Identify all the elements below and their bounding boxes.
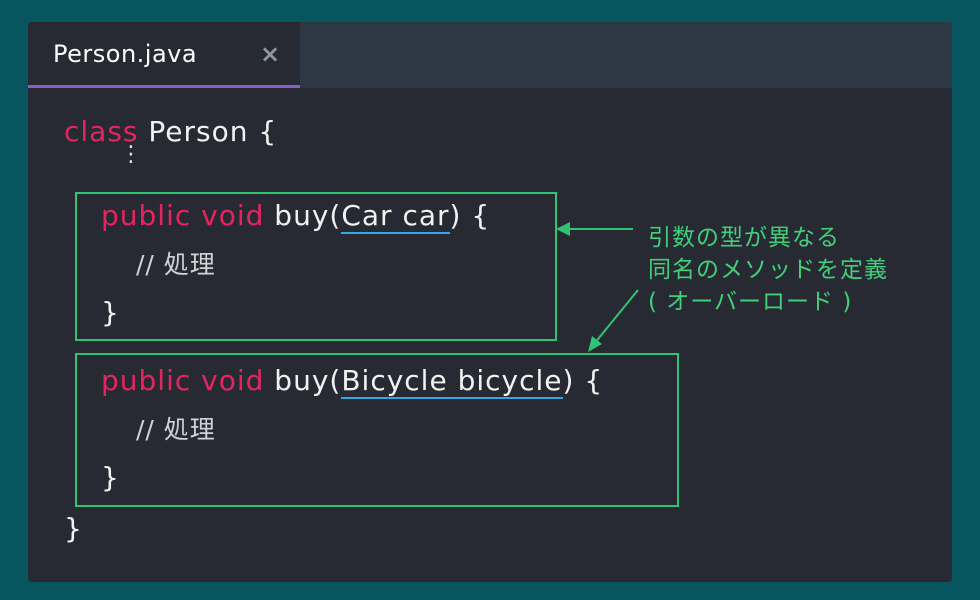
arrow-head-car xyxy=(556,222,570,236)
arrow-to-bicycle-method xyxy=(593,289,639,345)
annotation-arrows xyxy=(556,222,639,352)
arrow-head-bicycle xyxy=(588,336,602,352)
code-editor: Person.java × class Person { ⋮ public vo… xyxy=(28,22,952,582)
